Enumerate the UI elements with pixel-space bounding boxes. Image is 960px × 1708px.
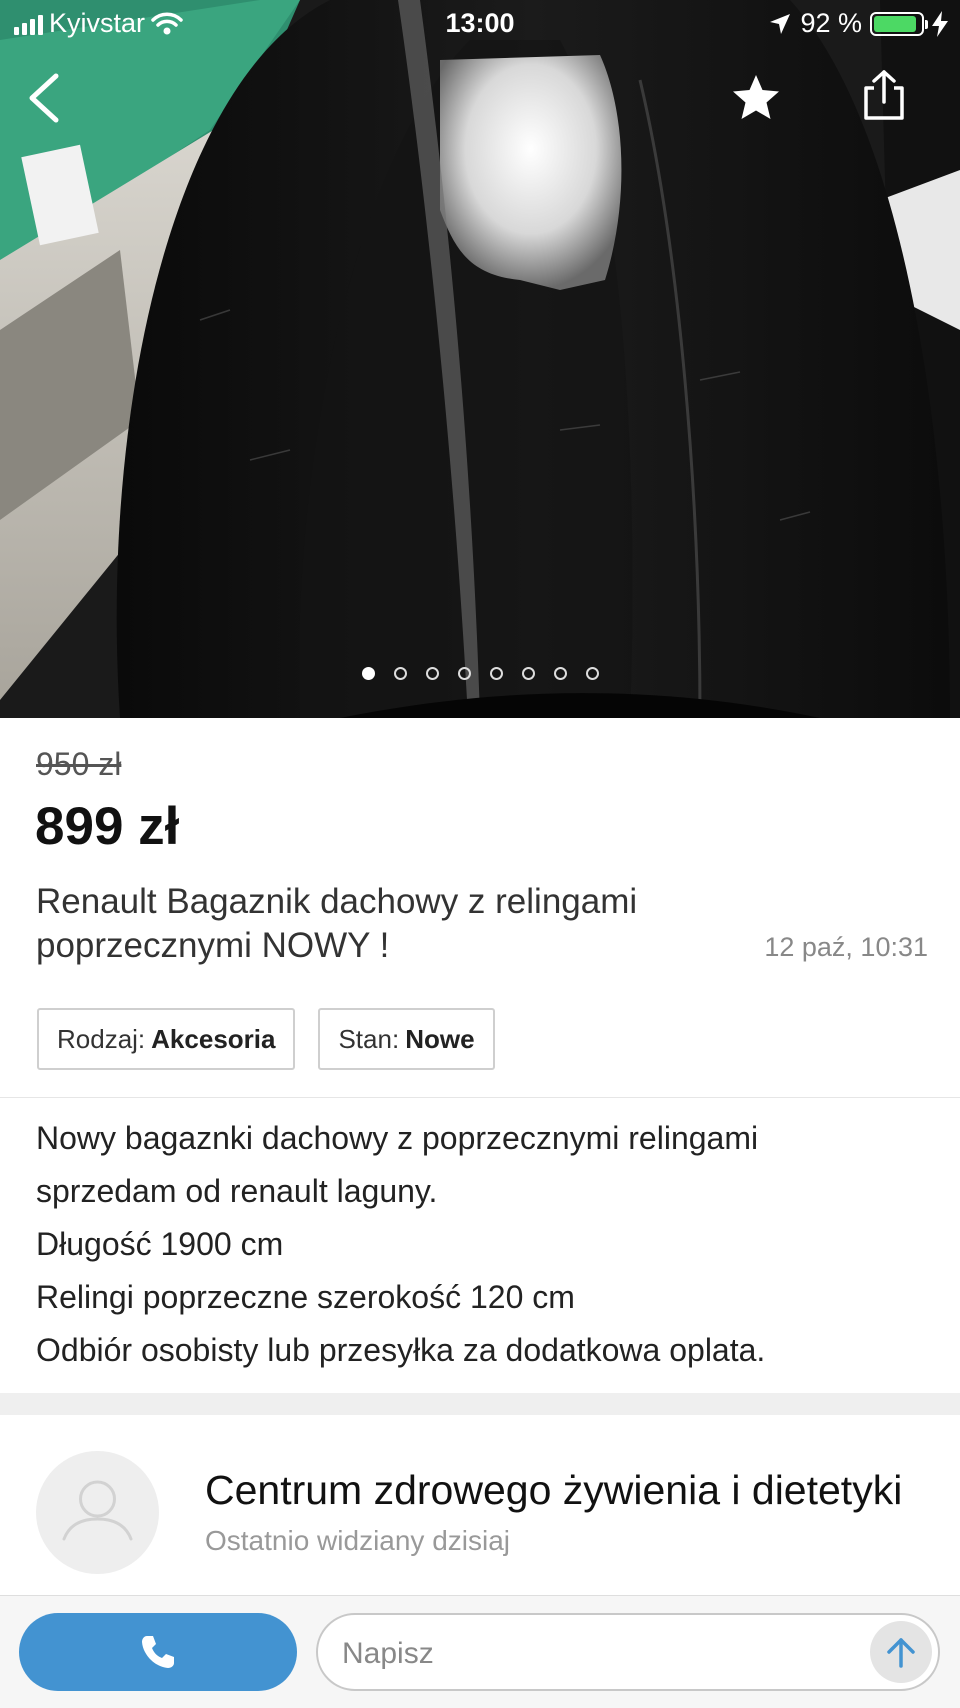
gallery-dot[interactable] bbox=[489, 667, 503, 680]
chevron-left-icon bbox=[29, 73, 59, 123]
old-price: 950 zł bbox=[36, 746, 122, 782]
listing-photo-gallery[interactable]: Kyivstar 13:00 92 % bbox=[0, 0, 960, 718]
star-icon bbox=[733, 75, 779, 119]
seller-last-seen: Ostatnio widziany dzisiaj bbox=[205, 1525, 511, 1556]
share-button[interactable] bbox=[860, 68, 912, 124]
arrow-up-icon bbox=[887, 1638, 915, 1668]
description-line: sprzedam od renault laguny. bbox=[36, 1173, 438, 1209]
param-type-value: Akcesoria bbox=[151, 1023, 276, 1054]
battery-percent: 92 % bbox=[800, 8, 862, 38]
gallery-dot[interactable] bbox=[585, 667, 599, 680]
battery-fill bbox=[874, 15, 917, 32]
share-icon bbox=[864, 70, 904, 120]
message-field[interactable] bbox=[316, 1613, 940, 1691]
param-condition-value: Nowe bbox=[405, 1023, 475, 1054]
favorite-button[interactable] bbox=[728, 70, 784, 126]
phone-icon bbox=[142, 1636, 174, 1668]
param-condition-tag[interactable]: Stan: Nowe bbox=[318, 1008, 495, 1070]
param-type-tag[interactable]: Rodzaj: Akcesoria bbox=[37, 1008, 296, 1070]
status-bar-right: 92 % bbox=[768, 8, 948, 39]
description-line: Odbiór osobisty lub przesyłka za dodatko… bbox=[36, 1332, 766, 1368]
seller-name: Centrum zdrowego żywienia i dietetyki bbox=[205, 1467, 903, 1513]
section-divider bbox=[0, 1097, 960, 1098]
location-arrow-icon bbox=[770, 13, 791, 34]
param-type-label: Rodzaj: bbox=[57, 1023, 146, 1054]
gallery-dot[interactable] bbox=[553, 667, 567, 680]
listing-title: Renault Bagaznik dachowy z relingami pop… bbox=[36, 882, 638, 965]
battery-icon bbox=[870, 11, 928, 36]
user-placeholder-icon bbox=[62, 1480, 133, 1541]
gallery-dot[interactable] bbox=[393, 667, 407, 680]
bottom-action-bar bbox=[0, 1595, 960, 1708]
listing-photo bbox=[0, 0, 960, 718]
description-line: Nowy bagaznki dachowy z poprzecznymi rel… bbox=[36, 1120, 759, 1156]
back-button[interactable] bbox=[22, 70, 72, 126]
call-button[interactable] bbox=[19, 1613, 297, 1691]
gallery-pagination[interactable] bbox=[0, 667, 960, 680]
listing-params: Rodzaj: Akcesoria Stan: Nowe bbox=[37, 1008, 495, 1070]
section-separator bbox=[0, 1393, 960, 1415]
charging-bolt-icon bbox=[932, 10, 948, 37]
listing-date: 12 paź, 10:31 bbox=[764, 932, 928, 962]
gallery-dot[interactable] bbox=[361, 667, 375, 680]
gallery-dot[interactable] bbox=[425, 667, 439, 680]
avatar bbox=[36, 1451, 159, 1574]
description-line: Relingi poprzeczne szerokość 120 cm bbox=[36, 1279, 575, 1315]
description-line: Długość 1900 cm bbox=[36, 1226, 284, 1262]
gallery-dot[interactable] bbox=[521, 667, 535, 680]
price: 899 zł bbox=[35, 797, 180, 856]
listing-description: Nowy bagaznki dachowy z poprzecznymi rel… bbox=[36, 1112, 936, 1377]
send-button[interactable] bbox=[870, 1621, 932, 1683]
gallery-dot[interactable] bbox=[457, 667, 471, 680]
param-condition-label: Stan: bbox=[338, 1023, 400, 1054]
seller-card[interactable]: Centrum zdrowego żywienia i dietetyki Os… bbox=[0, 1415, 960, 1595]
message-input[interactable] bbox=[340, 1629, 844, 1679]
status-bar: Kyivstar 13:00 92 % bbox=[0, 0, 960, 48]
